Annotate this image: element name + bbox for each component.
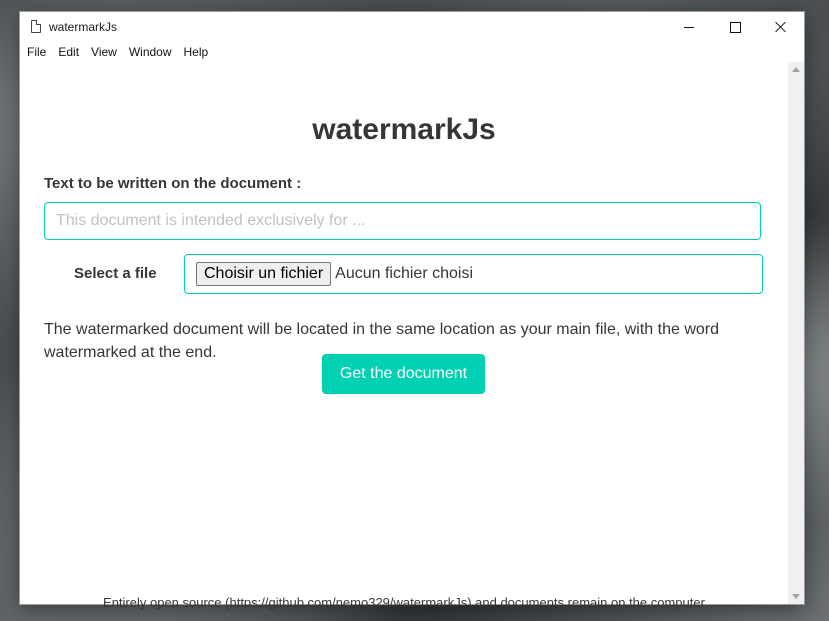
minimize-icon — [684, 26, 694, 28]
menu-help[interactable]: Help — [178, 45, 215, 59]
close-icon — [775, 21, 787, 33]
maximize-icon — [729, 21, 741, 33]
watermark-text-label: Text to be written on the document : — [44, 175, 302, 192]
document-icon — [31, 20, 41, 33]
get-document-button[interactable]: Get the document — [322, 354, 485, 394]
scroll-down-icon[interactable] — [792, 594, 800, 599]
footer-text: Entirely open source (https://github.com… — [103, 595, 705, 610]
file-input: Choisir un fichier Aucun fichier choisi — [184, 254, 763, 294]
menu-view[interactable]: View — [85, 45, 123, 59]
main-content: watermarkJs Text to be written on the do… — [20, 62, 788, 610]
menu-file[interactable]: File — [20, 45, 52, 59]
file-status-text: Aucun fichier choisi — [335, 265, 473, 282]
scroll-up-icon[interactable] — [792, 67, 800, 72]
title-bar[interactable]: watermarkJs — [20, 12, 804, 42]
maximize-button[interactable] — [712, 12, 758, 42]
vertical-scrollbar[interactable] — [788, 62, 804, 604]
menu-edit[interactable]: Edit — [52, 45, 85, 59]
watermark-text-input[interactable] — [44, 202, 761, 240]
minimize-button[interactable] — [666, 12, 712, 42]
window-title: watermarkJs — [49, 20, 118, 34]
menu-bar: File Edit View Window Help — [20, 42, 804, 62]
menu-window[interactable]: Window — [123, 45, 178, 59]
close-button[interactable] — [758, 12, 804, 42]
page-title: watermarkJs — [312, 113, 496, 146]
app-window: watermarkJs File Edit View Window Help w… — [20, 12, 804, 610]
file-select-label: Select a file — [74, 265, 157, 282]
choose-file-button[interactable]: Choisir un fichier — [196, 262, 332, 286]
